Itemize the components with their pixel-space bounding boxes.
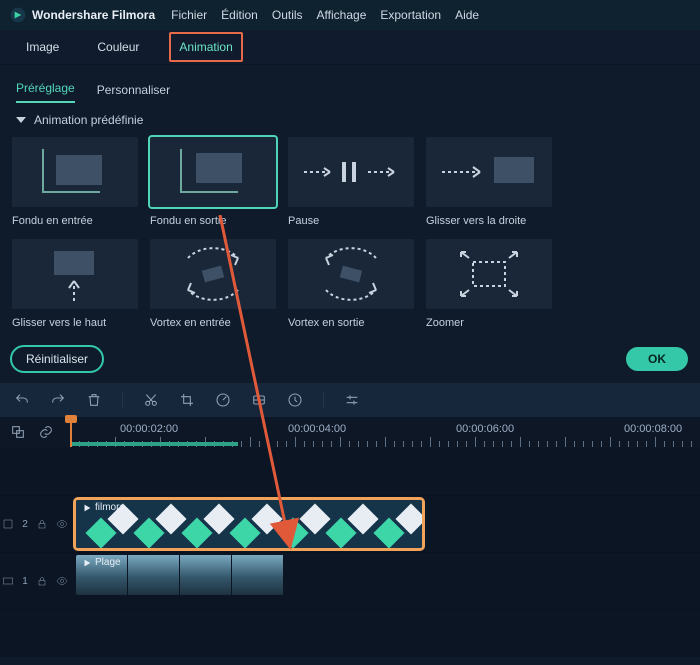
fx-clip[interactable]: filmora [76, 500, 422, 548]
tab-animation[interactable]: Animation [169, 32, 242, 62]
menu-export[interactable]: Exportation [380, 8, 441, 22]
main-menu: Fichier Édition Outils Affichage Exporta… [171, 8, 479, 22]
track-fx[interactable]: 2 filmora [0, 496, 700, 553]
clip-title: Plage [82, 557, 121, 568]
preset-label: Pause [288, 215, 414, 227]
preset-slide-right[interactable]: Glisser vers la droite [426, 137, 552, 227]
preset-grid: Fondu en entrée Fondu en sortie Pause Gl… [0, 137, 700, 335]
menu-view[interactable]: Affichage [317, 8, 367, 22]
lock-icon[interactable] [36, 518, 48, 530]
cut-icon[interactable] [143, 392, 159, 408]
titlebar: Wondershare Filmora Fichier Édition Outi… [0, 0, 700, 30]
redo-icon[interactable] [50, 392, 66, 408]
eye-icon[interactable] [56, 518, 68, 530]
track-spacer [0, 447, 700, 496]
track-id: 1 [22, 576, 28, 587]
track-id: 2 [22, 519, 28, 530]
color-icon[interactable] [251, 392, 267, 408]
adjust-icon[interactable] [344, 392, 360, 408]
eye-icon[interactable] [56, 575, 68, 587]
preset-label: Glisser vers la droite [426, 215, 552, 227]
toolbar-divider [323, 391, 324, 409]
clip-icon [82, 503, 92, 513]
menu-tools[interactable]: Outils [272, 8, 303, 22]
subtab-customize[interactable]: Personnaliser [97, 83, 170, 103]
sub-tabs: Préréglage Personnaliser [0, 65, 700, 103]
preset-pause[interactable]: Pause [288, 137, 414, 227]
action-row: Réinitialiser OK [0, 335, 700, 383]
preset-fade-out[interactable]: Fondu en sortie [150, 137, 276, 227]
timeline-tracks: 2 filmora 1 [0, 447, 700, 657]
tab-color[interactable]: Couleur [89, 34, 147, 60]
app-root: { "titlebar": { "brand": "Wondershare Fi… [0, 0, 700, 665]
timeline-toolbar [0, 383, 700, 417]
preset-label: Zoomer [426, 317, 552, 329]
brand: Wondershare Filmora [10, 7, 155, 23]
overlay-icon[interactable] [10, 424, 26, 440]
effects-track-icon [2, 518, 14, 530]
crop-icon[interactable] [179, 392, 195, 408]
tab-image[interactable]: Image [18, 34, 67, 60]
play-range [70, 442, 238, 446]
preset-zoom[interactable]: Zoomer [426, 239, 552, 329]
delete-icon[interactable] [86, 392, 102, 408]
preset-slide-up[interactable]: Glisser vers le haut [12, 239, 138, 329]
subtab-preset[interactable]: Préréglage [16, 81, 75, 103]
clip-icon [82, 558, 92, 568]
property-tabs: Image Couleur Animation [0, 30, 700, 65]
preset-label: Fondu en sortie [150, 215, 276, 227]
ok-button[interactable]: OK [626, 347, 688, 371]
chevron-down-icon [16, 117, 26, 123]
track-head: 1 [0, 553, 70, 609]
preset-label: Glisser vers le haut [12, 317, 138, 329]
undo-icon[interactable] [14, 392, 30, 408]
preset-vortex-out[interactable]: Vortex en sortie [288, 239, 414, 329]
toolbar-divider [122, 391, 123, 409]
menu-help[interactable]: Aide [455, 8, 479, 22]
menu-file[interactable]: Fichier [171, 8, 207, 22]
preset-label: Fondu en entrée [12, 215, 138, 227]
reset-button[interactable]: Réinitialiser [10, 345, 104, 373]
link-icon[interactable] [38, 424, 54, 440]
section-header[interactable]: Animation prédéfinie [0, 103, 700, 137]
lock-icon[interactable] [36, 575, 48, 587]
brand-name: Wondershare Filmora [32, 8, 155, 22]
clip-title: filmora [82, 502, 125, 513]
preset-fade-in[interactable]: Fondu en entrée [12, 137, 138, 227]
section-title: Animation prédéfinie [34, 113, 143, 127]
preset-vortex-in[interactable]: Vortex en entrée [150, 239, 276, 329]
freeze-icon[interactable] [287, 392, 303, 408]
preset-label: Vortex en sortie [288, 317, 414, 329]
menu-edit[interactable]: Édition [221, 8, 258, 22]
speed-icon[interactable] [215, 392, 231, 408]
preset-label: Vortex en entrée [150, 317, 276, 329]
video-track-icon [2, 575, 14, 587]
track-head: 2 [0, 496, 70, 552]
video-clip[interactable]: Plage [76, 555, 284, 595]
track-video[interactable]: 1 Plage [0, 553, 700, 610]
brand-logo-icon [10, 7, 26, 23]
timeline-ruler[interactable]: 00:00:02:00 00:00:04:00 00:00:06:00 00:0… [0, 417, 700, 447]
